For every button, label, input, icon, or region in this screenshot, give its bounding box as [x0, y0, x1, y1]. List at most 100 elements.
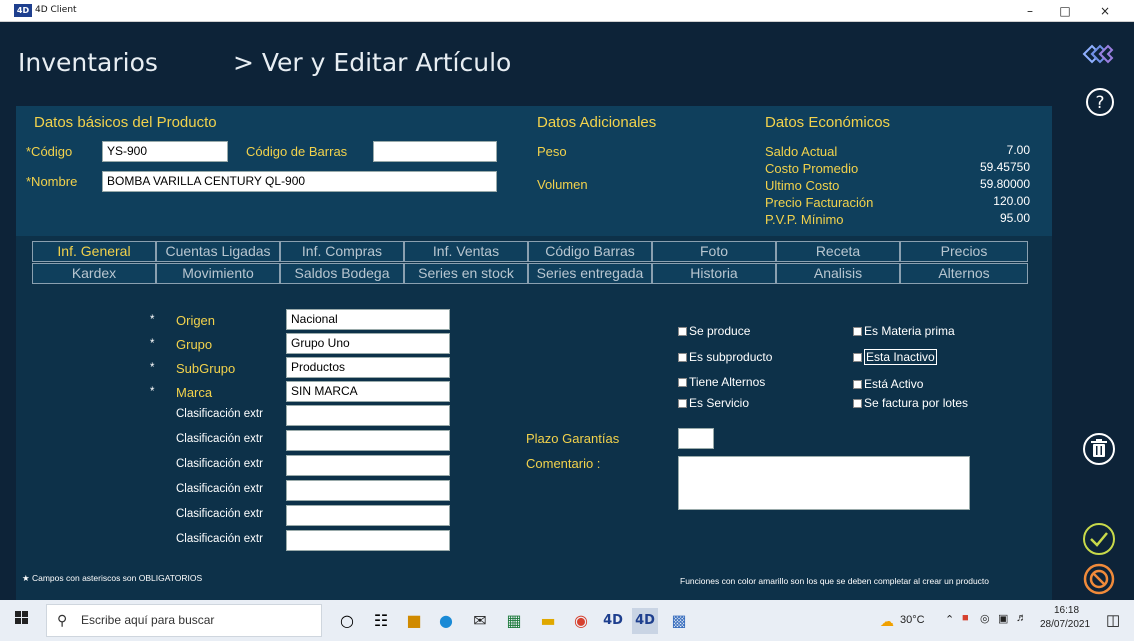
nombre-input[interactable]: BOMBA VARILLA CENTURY QL-900 [102, 171, 497, 192]
tab-kardex[interactable]: Kardex [32, 263, 156, 284]
tray-chevron-icon[interactable]: ⌃ [945, 613, 954, 626]
clasificacion-label: Clasificación extr [176, 433, 263, 445]
minimize-button[interactable]: – [1015, 2, 1045, 20]
windows-start-icon[interactable] [9, 607, 35, 633]
notification-icon[interactable]: ◫ [1106, 611, 1120, 629]
tab-historia[interactable]: Historia [652, 263, 776, 284]
tab-receta[interactable]: Receta [776, 241, 900, 262]
trash-icon[interactable] [1082, 432, 1116, 466]
plazo-input[interactable] [678, 428, 714, 449]
checkbox-esta-activo[interactable]: Está Activo [853, 377, 923, 391]
excel-icon[interactable]: ▦ [501, 608, 527, 634]
cortana-icon[interactable]: ○ [334, 608, 360, 634]
main-panel: Datos básicos del Producto *Código YS-90… [16, 106, 1052, 603]
close-button[interactable]: × [1090, 2, 1120, 20]
checkbox-icon [853, 399, 862, 408]
weather-icon[interactable]: ☁ [880, 613, 894, 630]
tab-series-stock[interactable]: Series en stock [404, 263, 528, 284]
taskbar-search[interactable]: ⚲ Escribe aquí para buscar [46, 604, 322, 637]
checkbox-icon [678, 399, 687, 408]
tab-cuentas-ligadas[interactable]: Cuentas Ligadas [156, 241, 280, 262]
check-icon[interactable] [1082, 522, 1116, 556]
mail-icon[interactable]: ✉ [467, 608, 493, 634]
edge-icon[interactable]: ● [433, 608, 459, 634]
checkbox-materia-prima[interactable]: Es Materia prima [853, 324, 955, 338]
checkbox-se-produce[interactable]: Se produce [678, 324, 750, 338]
checkbox-icon [853, 327, 862, 336]
checkbox-icon [853, 353, 862, 362]
tab-codigo-barras[interactable]: Código Barras [528, 241, 652, 262]
origen-label: Origen [176, 313, 216, 328]
checkbox-tiene-alternos[interactable]: Tiene Alternos [678, 375, 765, 389]
checkbox-esta-inactivo[interactable]: Esta Inactivo [853, 349, 937, 365]
econ-value: 7.00 [1006, 143, 1030, 157]
clasificacion-label: Clasificación extr [176, 458, 263, 470]
clasificacion-label: Clasificación extr [176, 408, 263, 420]
cancel-icon[interactable] [1082, 562, 1116, 596]
grupo-input[interactable]: Grupo Uno [286, 333, 450, 354]
tab-saldos-bodega[interactable]: Saldos Bodega [280, 263, 404, 284]
clock-date[interactable]: 28/07/2021 [1040, 619, 1090, 630]
help-icon[interactable]: ? [1084, 86, 1116, 118]
checkbox-es-subproducto[interactable]: Es subproducto [678, 350, 772, 364]
codigo-input[interactable]: YS-900 [102, 141, 228, 162]
network-icon[interactable]: ▣ [998, 612, 1008, 625]
required-star: * [150, 386, 155, 398]
econ-label: Precio Facturación [765, 195, 874, 210]
task-view-icon[interactable]: ☷ [368, 608, 394, 634]
barras-input[interactable] [373, 141, 497, 162]
barras-label: Código de Barras [246, 144, 348, 159]
clasificacion-input[interactable] [286, 430, 450, 451]
tab-precios[interactable]: Precios [900, 241, 1028, 262]
tab-inf-general[interactable]: Inf. General [32, 241, 156, 262]
clasificacion-input[interactable] [286, 455, 450, 476]
4d-icon[interactable]: 4D [600, 608, 626, 634]
clasificacion-label: Clasificación extr [176, 533, 263, 545]
marca-label: Marca [176, 385, 213, 400]
clasificacion-input[interactable] [286, 505, 450, 526]
app-icon[interactable]: ▩ [666, 608, 692, 634]
window-title: 4D Client [35, 5, 77, 15]
store-icon[interactable]: ■ [401, 608, 427, 634]
plazo-label: Plazo Garantías [526, 431, 620, 446]
checkbox-icon [678, 378, 687, 387]
folder-icon[interactable]: ▬ [535, 608, 561, 634]
tab-foto[interactable]: Foto [652, 241, 776, 262]
required-star: * [150, 338, 155, 350]
origen-input[interactable]: Nacional [286, 309, 450, 330]
checkbox-es-servicio[interactable]: Es Servicio [678, 396, 749, 410]
tab-inf-ventas[interactable]: Inf. Ventas [404, 241, 528, 262]
tray-app-icon[interactable]: ■ [962, 612, 969, 624]
tab-analisis[interactable]: Analisis [776, 263, 900, 284]
econ-label: Ultimo Costo [765, 178, 840, 193]
tab-inf-compras[interactable]: Inf. Compras [280, 241, 404, 262]
maximize-button[interactable]: □ [1050, 2, 1080, 20]
codigo-label: *Código [26, 144, 73, 159]
econ-label: Costo Promedio [765, 161, 859, 176]
clasificacion-input[interactable] [286, 530, 450, 551]
marca-input[interactable]: SIN MARCA [286, 381, 450, 402]
module-title: Inventarios [18, 48, 158, 77]
chrome-icon[interactable]: ◉ [568, 608, 594, 634]
econ-value: 59.45750 [979, 160, 1030, 174]
tray-meet-icon[interactable]: ◎ [980, 612, 990, 625]
tab-series-entregada[interactable]: Series entregada [528, 263, 652, 284]
required-star: * [150, 362, 155, 374]
clasificacion-input[interactable] [286, 480, 450, 501]
comentario-label: Comentario : [526, 456, 601, 471]
subgrupo-input[interactable]: Productos [286, 357, 450, 378]
checkbox-icon [678, 353, 687, 362]
logo-icon [1080, 37, 1114, 71]
app-area: Inventarios > Ver y Editar Artículo ? Da [0, 22, 1134, 603]
peso-label: Peso [537, 144, 567, 159]
clock-time[interactable]: 16:18 [1054, 605, 1079, 616]
tab-movimiento[interactable]: Movimiento [156, 263, 280, 284]
checkbox-factura-lotes[interactable]: Se factura por lotes [853, 396, 968, 410]
4d-client-icon[interactable]: 4D [632, 608, 658, 634]
comentario-textarea[interactable] [678, 456, 970, 510]
checkbox-icon [853, 380, 862, 389]
volume-icon[interactable]: ♬ [1016, 612, 1027, 624]
tab-alternos[interactable]: Alternos [900, 263, 1028, 284]
temperature[interactable]: 30°C [900, 614, 925, 626]
clasificacion-input[interactable] [286, 405, 450, 426]
